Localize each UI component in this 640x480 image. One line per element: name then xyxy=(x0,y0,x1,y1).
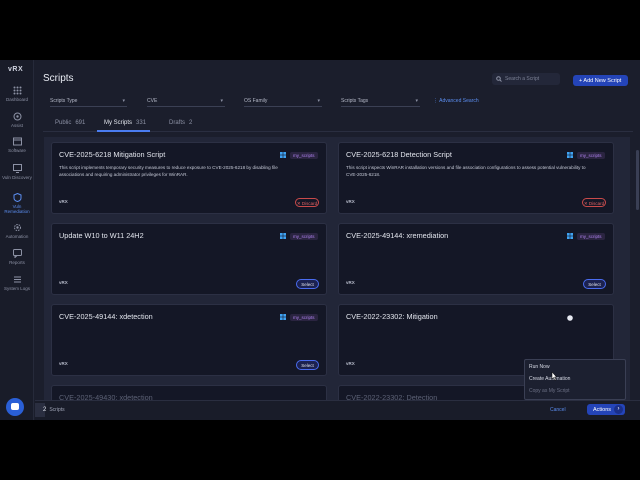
chevron-right-icon: › xyxy=(614,405,623,414)
search-input[interactable]: Search a Script xyxy=(492,73,560,85)
vendor-logo: vRX xyxy=(59,361,68,366)
select-button[interactable]: Select xyxy=(296,279,319,289)
actions-button[interactable]: Actions › xyxy=(587,404,625,415)
select-button[interactable]: Select xyxy=(583,279,606,289)
sidebar-item-label: Vuln Discovery xyxy=(2,175,32,180)
chevron-down-icon: ▾ xyxy=(220,98,223,104)
tag-badge: my_scripts xyxy=(290,152,318,159)
sidebar: vRX Dashboard Assist Software Vuln Disco… xyxy=(0,60,34,420)
discard-button[interactable]: ✕ Discard xyxy=(582,198,606,207)
tab-my-scripts[interactable]: My Scripts 331 xyxy=(104,120,146,126)
window-icon xyxy=(12,137,22,146)
selected-count: 2 Scripts xyxy=(43,407,65,413)
sidebar-item-label: Automation xyxy=(5,234,29,239)
windows-icon xyxy=(280,314,286,320)
sidebar-item-vuln-remediation[interactable]: Vuln Remediation xyxy=(0,193,34,214)
windows-icon xyxy=(567,152,573,158)
mouse-cursor-icon xyxy=(551,372,557,381)
filter-scripts-tags[interactable]: Scripts Tags ▾ xyxy=(341,96,420,107)
chevron-down-icon: ▾ xyxy=(317,98,320,104)
grid-icon xyxy=(13,86,21,95)
windows-icon xyxy=(280,233,286,239)
sidebar-item-assist[interactable]: Assist xyxy=(0,112,34,128)
monitor-search-icon xyxy=(12,164,22,173)
menu-item-create-automation[interactable]: Create Automation xyxy=(529,376,570,382)
target-icon xyxy=(13,112,21,121)
windows-icon xyxy=(567,233,573,239)
script-card[interactable]: Update W10 to W11 24H2 my_scripts vRX Se… xyxy=(51,223,327,295)
script-card[interactable]: CVE-2025-6218 Detection Script my_script… xyxy=(338,142,614,214)
sidebar-item-vuln-discovery[interactable]: Vuln Discovery xyxy=(0,164,34,180)
tag-badge: my_scripts xyxy=(577,152,605,159)
app-logo: vRX xyxy=(8,66,24,73)
tag-badge: my_scripts xyxy=(290,314,318,321)
sidebar-item-label: System Logs xyxy=(3,286,30,291)
active-tab-indicator xyxy=(97,130,150,132)
actions-menu: Run Now Create Automation Copy as My Scr… xyxy=(524,359,626,400)
shield-icon xyxy=(13,193,21,202)
chat-report-icon xyxy=(12,249,22,258)
tab-public[interactable]: Public 691 xyxy=(55,120,85,126)
card-description: This script implements temporary securit… xyxy=(59,165,278,177)
filter-scripts-type[interactable]: Scripts Type ▾ xyxy=(50,96,127,107)
script-card[interactable]: CVE-2025-49144: xremediation my_scripts … xyxy=(338,223,614,295)
sidebar-item-label: Software xyxy=(8,148,26,153)
tag-badge: my_scripts xyxy=(290,233,318,240)
filter-os-family[interactable]: OS Family ▾ xyxy=(244,96,322,107)
select-button[interactable]: Select xyxy=(296,360,319,370)
chevron-down-icon: ▾ xyxy=(415,98,418,104)
filter-cve[interactable]: CVE ▾ xyxy=(147,96,225,107)
search-placeholder: Search a Script xyxy=(505,76,540,82)
tag-badge: my_scripts xyxy=(577,233,605,240)
sidebar-item-label: Vuln Remediation xyxy=(4,204,30,214)
add-new-script-button[interactable]: + Add New Script xyxy=(573,75,628,86)
card-title: Update W10 to W11 24H2 xyxy=(59,231,144,240)
sidebar-item-reports[interactable]: Reports xyxy=(0,249,34,265)
discard-button[interactable]: ✕ Discard xyxy=(295,198,319,207)
vendor-logo: vRX xyxy=(59,280,68,285)
cancel-button[interactable]: Cancel xyxy=(550,407,566,413)
sidebar-item-label: Dashboard xyxy=(5,97,28,102)
chevron-down-icon: ▾ xyxy=(122,98,125,104)
script-card[interactable]: CVE-2025-6218 Mitigation Script my_scrip… xyxy=(51,142,327,214)
sidebar-item-automation[interactable]: Automation xyxy=(0,223,34,239)
tab-drafts[interactable]: Drafts 2 xyxy=(169,120,192,126)
card-title: CVE-2025-6218 Detection Script xyxy=(346,150,452,159)
card-title: CVE-2025-6218 Mitigation Script xyxy=(59,150,166,159)
vendor-logo: vRX xyxy=(59,199,68,204)
sidebar-item-dashboard[interactable]: Dashboard xyxy=(0,86,34,102)
scrollbar[interactable] xyxy=(636,150,639,210)
card-description: This script inspects WinRAR installation… xyxy=(346,165,586,177)
page-title: Scripts xyxy=(43,73,74,84)
script-card[interactable]: CVE-2025-49144: xdetection my_scripts vR… xyxy=(51,304,327,376)
card-title: CVE-2025-49144: xremediation xyxy=(346,231,449,240)
vendor-logo: vRX xyxy=(346,280,355,285)
sidebar-item-system-logs[interactable]: System Logs xyxy=(0,275,34,291)
windows-icon xyxy=(280,152,286,158)
linux-icon xyxy=(567,315,573,321)
card-title: CVE-2025-49144: xdetection xyxy=(59,312,153,321)
vendor-logo: vRX xyxy=(346,199,355,204)
advanced-search-link[interactable]: ⋮ Advanced Search xyxy=(433,98,479,104)
vendor-logo: vRX xyxy=(346,361,355,366)
sidebar-item-label: Assist xyxy=(10,123,23,128)
menu-item-run-now[interactable]: Run Now xyxy=(529,364,550,370)
gear-icon xyxy=(13,224,21,231)
card-title: CVE-2022-23302: Mitigation xyxy=(346,312,438,321)
sidebar-item-software[interactable]: Software xyxy=(0,137,34,153)
menu-item-copy-as-my-script[interactable]: Copy as My Script xyxy=(529,388,570,394)
chat-support-button[interactable] xyxy=(6,398,24,416)
selection-footer: 2 Scripts Cancel Actions › xyxy=(35,400,640,420)
sidebar-item-label: Reports xyxy=(9,260,25,265)
list-icon xyxy=(13,276,21,283)
search-icon xyxy=(496,76,502,82)
